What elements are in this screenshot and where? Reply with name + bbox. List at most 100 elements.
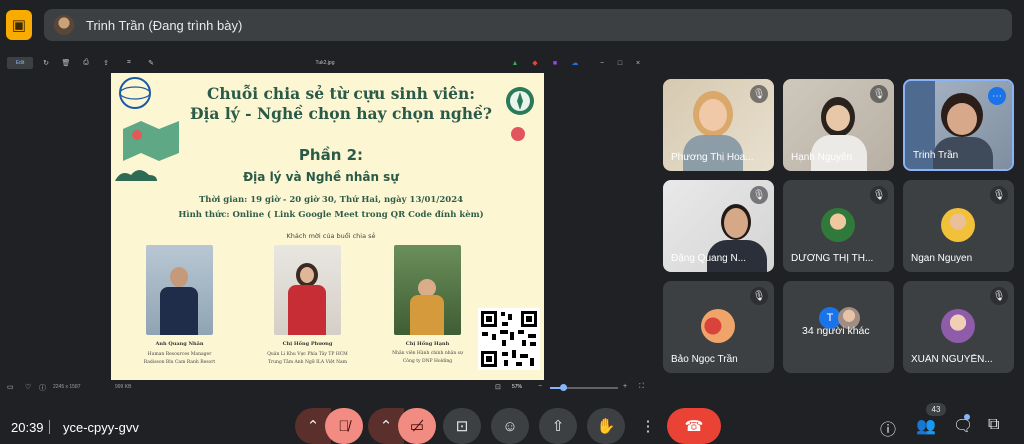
- zoom-slider-thumb[interactable]: [560, 384, 567, 391]
- participant-tile[interactable]: 🎙 Phương Thị Hoa...: [663, 79, 774, 171]
- participant-name: XUÂN NGUYỄN...: [911, 354, 993, 365]
- meeting-info-icon[interactable]: ⓘ: [880, 416, 896, 440]
- participant-tile[interactable]: 🎙 Ngan Nguyen: [903, 180, 1014, 272]
- present-screen-button[interactable]: ⇧: [539, 408, 577, 444]
- app-icon-3[interactable]: ■: [550, 57, 560, 69]
- screen-icon[interactable]: ▭: [7, 383, 14, 391]
- university-logo: [119, 77, 151, 109]
- slide-title-line2: Địa lý - Nghề chọn hay chọn nghề?: [190, 104, 492, 123]
- participant-name: Phương Thị Hoa...: [671, 152, 754, 163]
- guest-role: Human Resources Manager Radisson Blu Cam …: [143, 352, 216, 365]
- rotate-icon[interactable]: ↻: [40, 57, 52, 69]
- participant-avatar: [701, 309, 735, 343]
- fullscreen-icon[interactable]: ⛶: [639, 383, 644, 391]
- slide-title-line1: Chuỗi chia sẻ từ cựu sinh viên:: [206, 84, 475, 103]
- participant-tile[interactable]: 🎙 Hạnh Nguyễn: [783, 79, 894, 171]
- muted-mic-icon: 🎙: [990, 287, 1008, 305]
- zoom-in-icon[interactable]: +: [623, 383, 627, 390]
- participant-tile[interactable]: 🎙 XUÂN NGUYỄN...: [903, 281, 1014, 373]
- participant-name: 34 người khác: [802, 325, 870, 337]
- cloud-icon[interactable]: ☁: [570, 57, 580, 69]
- leave-call-button[interactable]: ☎: [667, 408, 721, 444]
- muted-mic-icon: 🎙: [990, 186, 1008, 204]
- flower-icon: [511, 127, 525, 141]
- people-icon[interactable]: 👥: [916, 416, 936, 436]
- presenter-avatar: [54, 15, 74, 35]
- favorite-icon[interactable]: ♡: [25, 383, 31, 391]
- participant-name: Ngan Nguyen: [911, 253, 973, 264]
- captions-button[interactable]: ⊡: [443, 408, 481, 444]
- guest-name: Anh Quang Nhân: [155, 341, 204, 347]
- share-icon[interactable]: ⇪: [100, 57, 112, 69]
- edit-button[interactable]: Edit: [7, 57, 33, 69]
- print-icon[interactable]: ⎙: [80, 57, 92, 69]
- muted-mic-icon: 🎙: [870, 186, 888, 204]
- slide-image: Chuỗi chia sẻ từ cựu sinh viên: Địa lý -…: [111, 73, 544, 380]
- participant-name: Đặng Quang N...: [671, 253, 747, 264]
- file-name: Tuk2.jpg: [315, 60, 335, 66]
- app-icon-1[interactable]: ▲: [510, 57, 520, 69]
- qr-code: [478, 308, 540, 370]
- divider: [49, 420, 50, 434]
- viewer-status-bar: ▭ ♡ ⓘ 2245 x 1587 999 KB ⊡ 57% − + ⛶: [5, 383, 648, 394]
- guests-heading: Khách mời của buổi chia sẻ: [286, 232, 376, 240]
- participant-name: Bảo Ngọc Trần: [671, 354, 738, 365]
- image-viewer-toolbar: Edit ↻ 🗑 ⎙ ⇪ ⌗ ✎ Tuk2.jpg ▲ ◆ ■ ☁ − □ ×: [5, 57, 648, 71]
- muted-mic-icon: 🎙: [750, 186, 768, 204]
- file-size: 999 KB: [115, 384, 132, 390]
- more-options-icon[interactable]: ⋯: [988, 87, 1006, 105]
- people-count-badge: 43: [926, 403, 946, 416]
- presenter-banner[interactable]: Trinh Trần (Đang trình bày): [44, 9, 1012, 41]
- presenter-label: Trinh Trần (Đang trình bày): [86, 17, 243, 33]
- guest-name: Chị Hồng Hạnh: [405, 341, 450, 347]
- guest-photo: [274, 245, 341, 335]
- zoom-out-icon[interactable]: −: [538, 383, 542, 390]
- participant-avatar: [941, 309, 975, 343]
- participant-name: DƯƠNG THỊ TH...: [791, 253, 874, 264]
- guest-photo: [394, 245, 461, 335]
- chat-icon[interactable]: 🗨: [953, 416, 973, 436]
- fit-icon[interactable]: ⊡: [495, 383, 501, 391]
- minimize-icon[interactable]: −: [597, 57, 607, 69]
- participant-avatar: [941, 208, 975, 242]
- maximize-icon[interactable]: □: [615, 57, 625, 69]
- draw-icon[interactable]: ✎: [145, 57, 157, 69]
- crop-icon[interactable]: ⌗: [123, 57, 135, 69]
- participant-tile[interactable]: 🎙 Đặng Quang N...: [663, 180, 774, 272]
- camera-off-button[interactable]: ▭̸: [398, 408, 436, 444]
- guest-name: Chị Hồng Phương: [282, 341, 333, 347]
- slide-time: Thời gian: 19 giờ - 20 giờ 30, Thứ Hai, …: [198, 195, 464, 205]
- guest-role: Nhân viên Hành chính nhân sự Công ty DNP …: [392, 351, 463, 364]
- slide-subtitle: Địa lý và Nghề nhân sự: [243, 170, 399, 184]
- participant-tile[interactable]: 🎙 DƯƠNG THỊ TH...: [783, 180, 894, 272]
- muted-mic-icon: 🎙: [870, 85, 888, 103]
- participant-tile-group[interactable]: T 34 người khác: [783, 281, 894, 373]
- guest-photo: [146, 245, 213, 335]
- participant-name: Trinh Trần: [913, 150, 959, 161]
- meeting-code: yce-cpyy-gvv: [63, 420, 139, 435]
- cloud-decoration-icon: [115, 170, 157, 181]
- muted-mic-icon: 🎙: [750, 85, 768, 103]
- delete-icon[interactable]: 🗑: [60, 57, 72, 69]
- muted-mic-icon: 🎙: [750, 287, 768, 305]
- clock: 20:39: [11, 420, 44, 435]
- activities-icon[interactable]: ⧉: [988, 416, 999, 434]
- image-dimensions: 2245 x 1587: [53, 384, 81, 390]
- close-icon[interactable]: ×: [633, 57, 643, 69]
- zoom-slider[interactable]: [550, 384, 618, 391]
- app-icon-2[interactable]: ◆: [530, 57, 540, 69]
- participant-tile-active[interactable]: ⋯ Trinh Trần: [903, 79, 1014, 171]
- slide-format: Hình thức: Online ( Link Google Meet tro…: [178, 210, 484, 220]
- presentation-icon[interactable]: ▣: [6, 10, 32, 40]
- participant-name: Hạnh Nguyễn: [791, 152, 853, 163]
- participant-tile[interactable]: 🎙 Bảo Ngọc Trần: [663, 281, 774, 373]
- slide-part-label: Phần 2:: [298, 146, 364, 164]
- mic-off-button[interactable]: 🎙̸: [325, 408, 363, 444]
- zoom-level[interactable]: 57%: [512, 384, 522, 390]
- guest-role: Quản Lí Khu Vực Phía Tây TP HCM Trung Tâm…: [267, 352, 348, 365]
- info-icon[interactable]: ⓘ: [39, 383, 46, 393]
- raise-hand-button[interactable]: ✋: [587, 408, 625, 444]
- emoji-button[interactable]: ☺: [491, 408, 529, 444]
- more-options-button[interactable]: ⋮: [635, 408, 661, 444]
- chat-notification-dot: [964, 414, 970, 420]
